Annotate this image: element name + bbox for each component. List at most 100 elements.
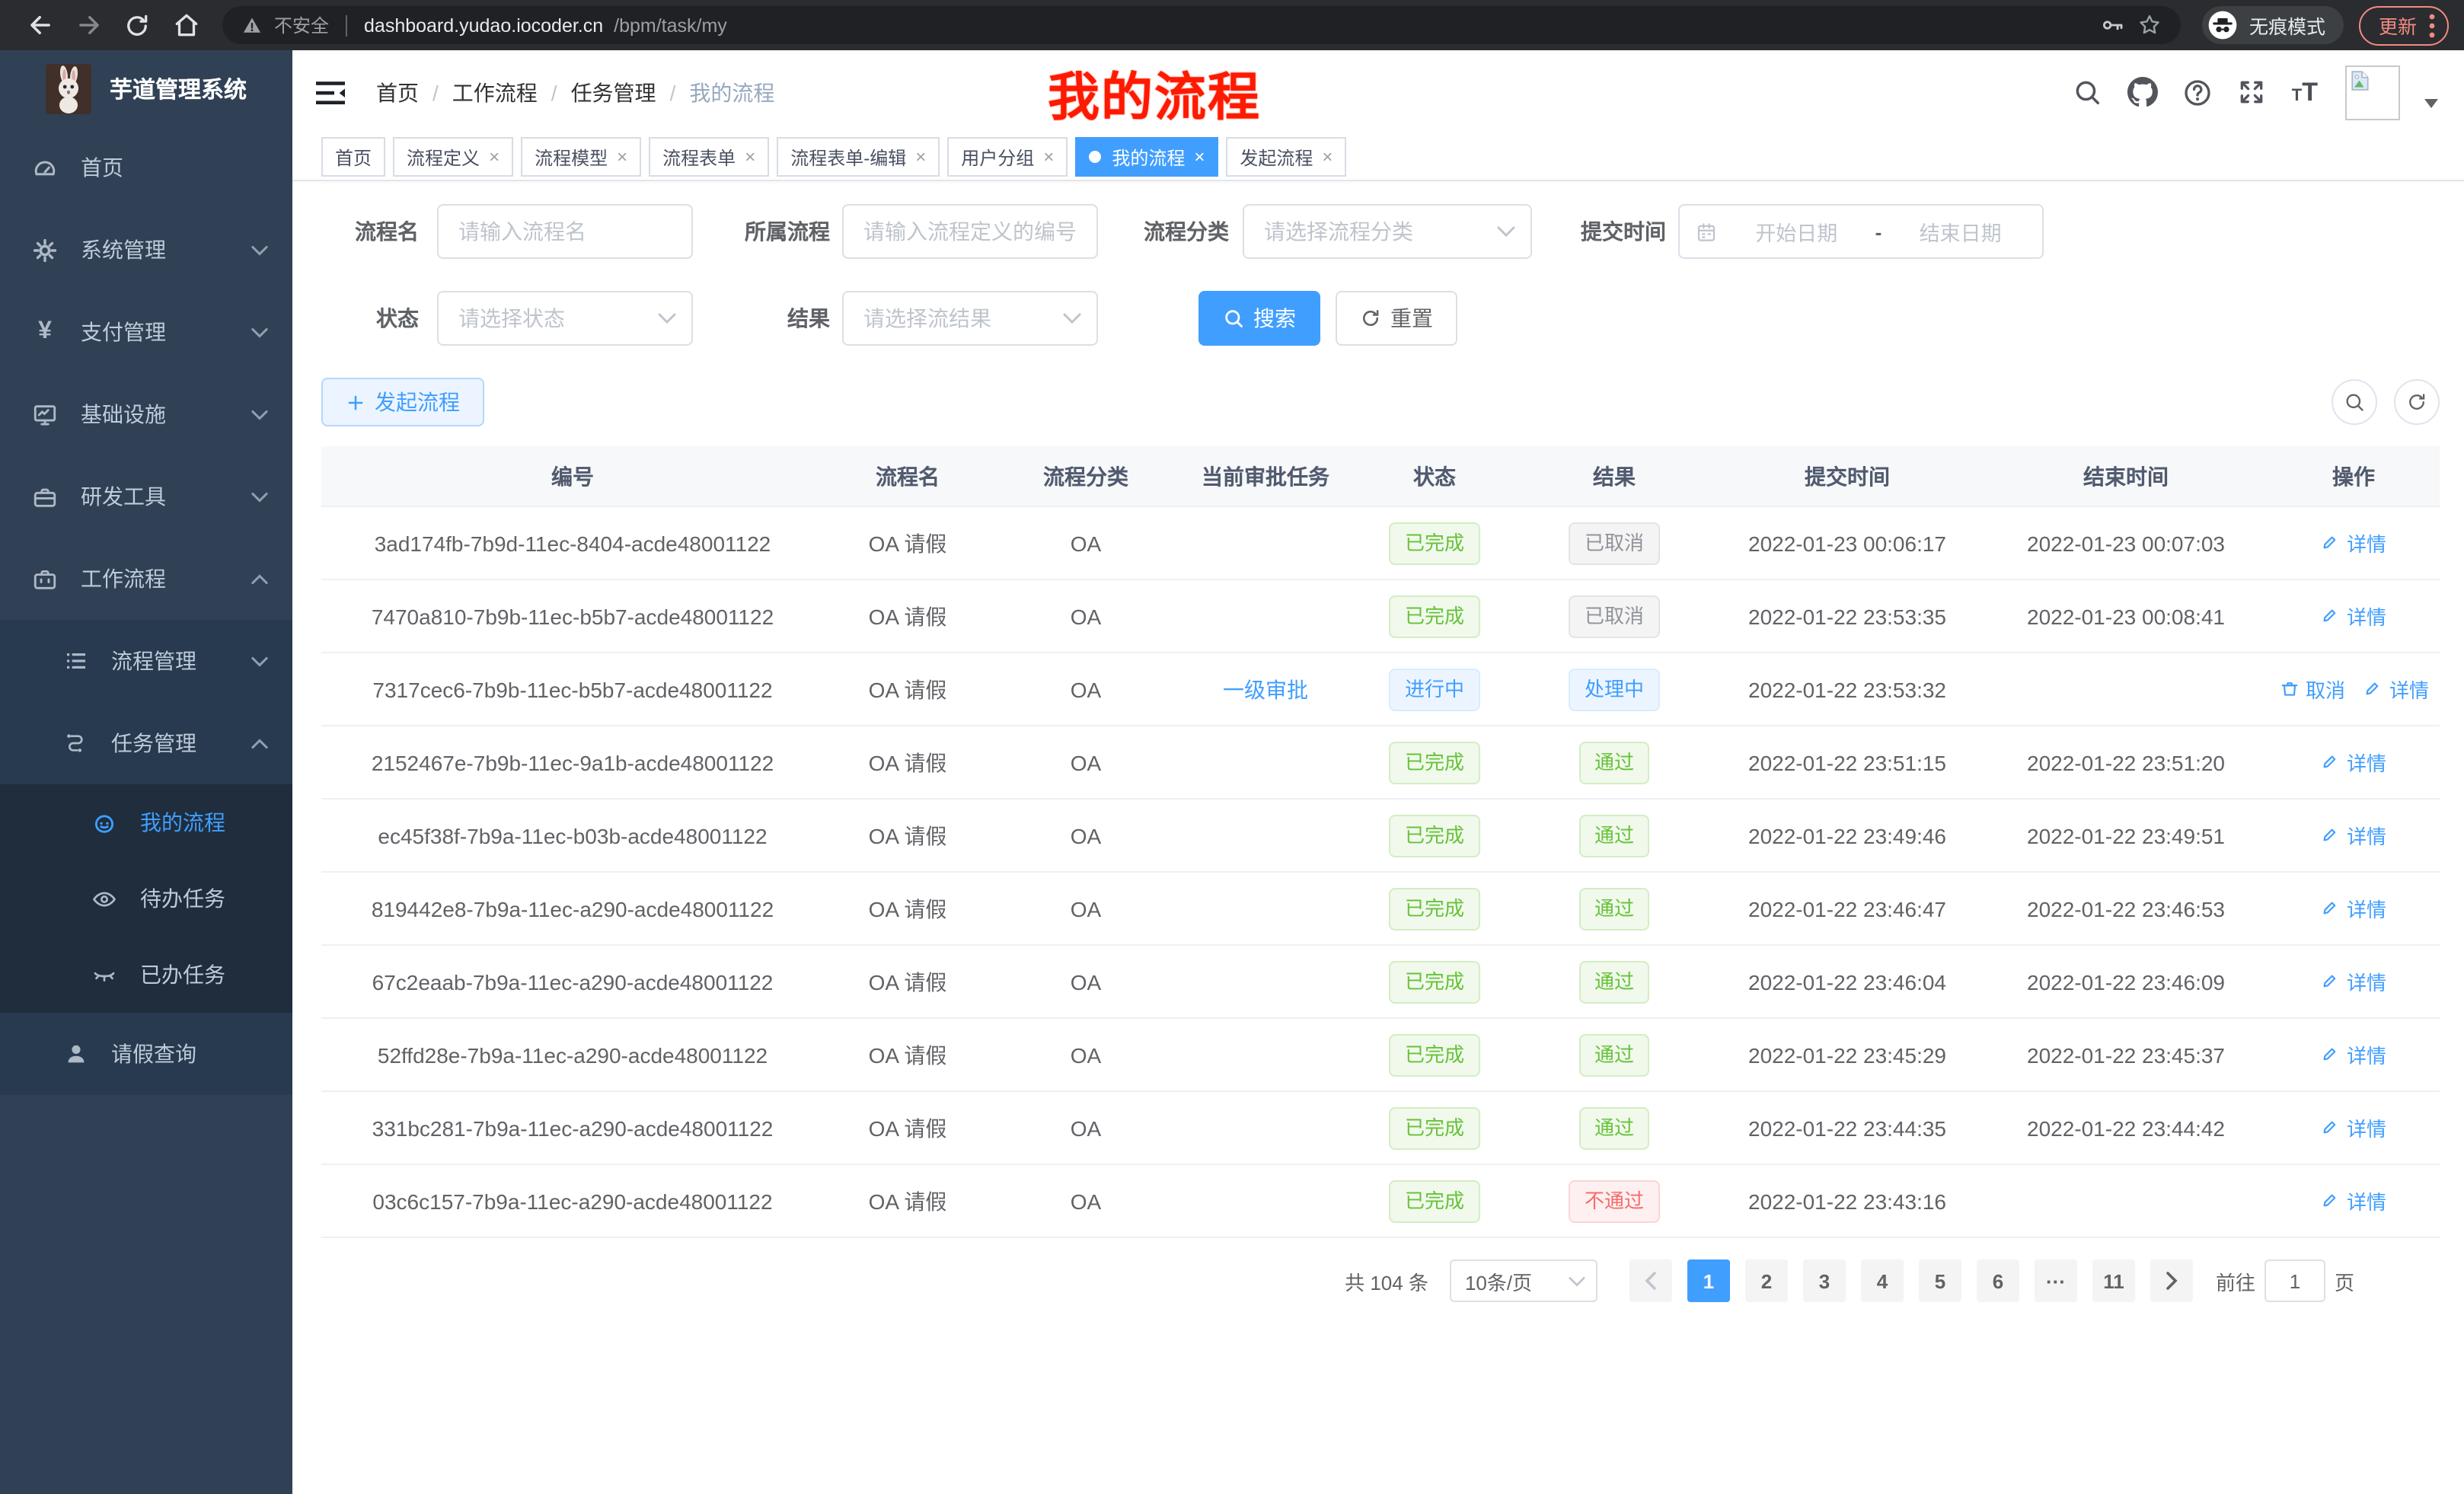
- chevron-down-icon: [1569, 1275, 1585, 1286]
- process-definition-input[interactable]: [842, 204, 1098, 259]
- reload-icon[interactable]: [122, 10, 152, 40]
- close-icon[interactable]: ×: [617, 148, 627, 166]
- detail-button[interactable]: 详情: [2321, 1113, 2386, 1142]
- page-button-3[interactable]: 3: [1803, 1259, 1846, 1302]
- result-select[interactable]: 请选择流结果: [842, 291, 1098, 346]
- cancel-button[interactable]: 取消: [2280, 675, 2345, 704]
- page-button-1[interactable]: 1: [1687, 1259, 1730, 1302]
- browser-menu-kebab-icon[interactable]: [2429, 13, 2435, 37]
- prev-page-button[interactable]: [1629, 1259, 1672, 1302]
- status-select[interactable]: 请选择状态: [437, 291, 693, 346]
- col-end-time: 结束时间: [1984, 446, 2268, 506]
- forward-icon[interactable]: [73, 10, 104, 40]
- monitor-icon: [32, 401, 58, 427]
- edit-icon: [2321, 972, 2341, 991]
- detail-button[interactable]: 详情: [2321, 894, 2386, 923]
- sidebar-item-label: 支付管理: [81, 317, 166, 347]
- sidebar-item-done-tasks[interactable]: 已办任务: [0, 937, 292, 1013]
- sidebar-item-infra[interactable]: 基础设施: [0, 373, 292, 455]
- page-button-2[interactable]: 2: [1745, 1259, 1788, 1302]
- close-icon[interactable]: ×: [915, 148, 926, 166]
- chevron-down-icon: [251, 409, 268, 420]
- create-process-button[interactable]: 发起流程: [321, 378, 484, 426]
- sidebar-item-todo-tasks[interactable]: 待办任务: [0, 860, 292, 937]
- close-icon[interactable]: ×: [489, 148, 500, 166]
- search-button[interactable]: 搜索: [1198, 291, 1320, 346]
- sidebar-item-system[interactable]: 系统管理: [0, 209, 292, 291]
- key-icon[interactable]: [2100, 12, 2126, 38]
- breadcrumb-item[interactable]: 工作流程: [452, 77, 538, 107]
- breadcrumb-item[interactable]: 任务管理: [571, 77, 656, 107]
- refresh-table-icon[interactable]: [2394, 379, 2440, 425]
- plus-icon: [346, 392, 365, 412]
- home-icon[interactable]: [171, 10, 201, 40]
- sidebar-item-task-mgmt[interactable]: 任务管理: [0, 702, 292, 784]
- detail-button[interactable]: 详情: [2321, 602, 2386, 630]
- bookmark-star-icon[interactable]: [2137, 12, 2162, 38]
- tag-my-process[interactable]: 我的流程×: [1075, 137, 1218, 177]
- next-page-button[interactable]: [2150, 1259, 2193, 1302]
- search-icon[interactable]: [2073, 77, 2103, 107]
- process-name-input[interactable]: [437, 204, 693, 259]
- font-size-icon[interactable]: TT: [2292, 77, 2318, 107]
- page-button-5[interactable]: 5: [1919, 1259, 1961, 1302]
- detail-button[interactable]: 详情: [2363, 675, 2429, 704]
- reset-button[interactable]: 重置: [1336, 291, 1457, 346]
- cell-id: 3ad174fb-7b9d-11ec-8404-acde48001122: [321, 506, 824, 579]
- sidebar-fold-icon[interactable]: [312, 74, 349, 110]
- tag-process-form[interactable]: 流程表单×: [649, 137, 769, 177]
- detail-button[interactable]: 详情: [2321, 967, 2386, 996]
- col-submit-time: 提交时间: [1710, 446, 1984, 506]
- status-badge: 进行中: [1390, 668, 1479, 710]
- tag-user-group[interactable]: 用户分组×: [947, 137, 1068, 177]
- tag-start-process[interactable]: 发起流程×: [1226, 137, 1346, 177]
- help-icon[interactable]: [2182, 77, 2213, 107]
- close-icon[interactable]: ×: [745, 148, 755, 166]
- address-bar[interactable]: 不安全 dashboard.yudao.iocoder.cn/bpm/task/…: [222, 6, 2181, 44]
- sidebar-item-my-process[interactable]: 我的流程: [0, 784, 292, 860]
- page-size-select[interactable]: 10条/页: [1450, 1259, 1597, 1302]
- tag-process-model[interactable]: 流程模型×: [521, 137, 641, 177]
- detail-button[interactable]: 详情: [2321, 1186, 2386, 1215]
- tag-home[interactable]: 首页: [321, 137, 385, 177]
- back-icon[interactable]: [24, 10, 55, 40]
- close-icon[interactable]: ×: [1322, 148, 1333, 166]
- sidebar-item-leave-query[interactable]: 请假查询: [0, 1013, 292, 1095]
- sidebar: 芋道管理系统 首页 系统管理: [0, 50, 292, 1494]
- detail-button[interactable]: 详情: [2321, 821, 2386, 850]
- chevron-right-icon: [2166, 1272, 2178, 1290]
- close-icon[interactable]: ×: [1043, 148, 1054, 166]
- fullscreen-icon[interactable]: [2237, 77, 2268, 107]
- chevron-down-icon: [1063, 312, 1081, 324]
- sidebar-item-devtools[interactable]: 研发工具: [0, 455, 292, 538]
- col-category: 流程分类: [991, 446, 1180, 506]
- close-icon[interactable]: ×: [1194, 148, 1205, 166]
- detail-button[interactable]: 详情: [2321, 1040, 2386, 1069]
- more-pages-button[interactable]: ···: [2035, 1259, 2077, 1302]
- detail-button[interactable]: 详情: [2321, 748, 2386, 777]
- sidebar-item-home[interactable]: 首页: [0, 126, 292, 209]
- sidebar-item-process-mgmt[interactable]: 流程管理: [0, 620, 292, 702]
- goto-page-input[interactable]: [2265, 1259, 2325, 1302]
- tag-process-definition[interactable]: 流程定义×: [393, 137, 513, 177]
- update-button[interactable]: 更新: [2359, 5, 2449, 45]
- page-button-6[interactable]: 6: [1977, 1259, 2019, 1302]
- page-button-4[interactable]: 4: [1861, 1259, 1904, 1302]
- end-date-placeholder: 结束日期: [1894, 216, 2027, 247]
- show-search-toggle-icon[interactable]: [2332, 379, 2377, 425]
- github-icon[interactable]: [2127, 77, 2158, 107]
- detail-button[interactable]: 详情: [2321, 528, 2386, 557]
- sidebar-item-workflow[interactable]: 工作流程: [0, 538, 292, 620]
- sidebar-item-label: 系统管理: [81, 235, 166, 265]
- category-select[interactable]: 请选择流程分类: [1243, 204, 1532, 259]
- sidebar-item-payment[interactable]: ¥ 支付管理: [0, 291, 292, 373]
- submit-time-range-picker[interactable]: 开始日期 - 结束日期: [1678, 204, 2044, 259]
- chevron-down-icon: [1497, 225, 1515, 238]
- tag-process-form-edit[interactable]: 流程表单-编辑×: [777, 137, 940, 177]
- cell-id: 03c6c157-7b9a-11ec-a290-acde48001122: [321, 1164, 824, 1237]
- breadcrumb-item[interactable]: 首页: [376, 77, 419, 107]
- avatar-caret-icon[interactable]: [2424, 98, 2438, 107]
- avatar[interactable]: [2345, 65, 2400, 120]
- current-task-link[interactable]: 一级审批: [1223, 677, 1308, 701]
- page-button-11[interactable]: 11: [2092, 1259, 2135, 1302]
